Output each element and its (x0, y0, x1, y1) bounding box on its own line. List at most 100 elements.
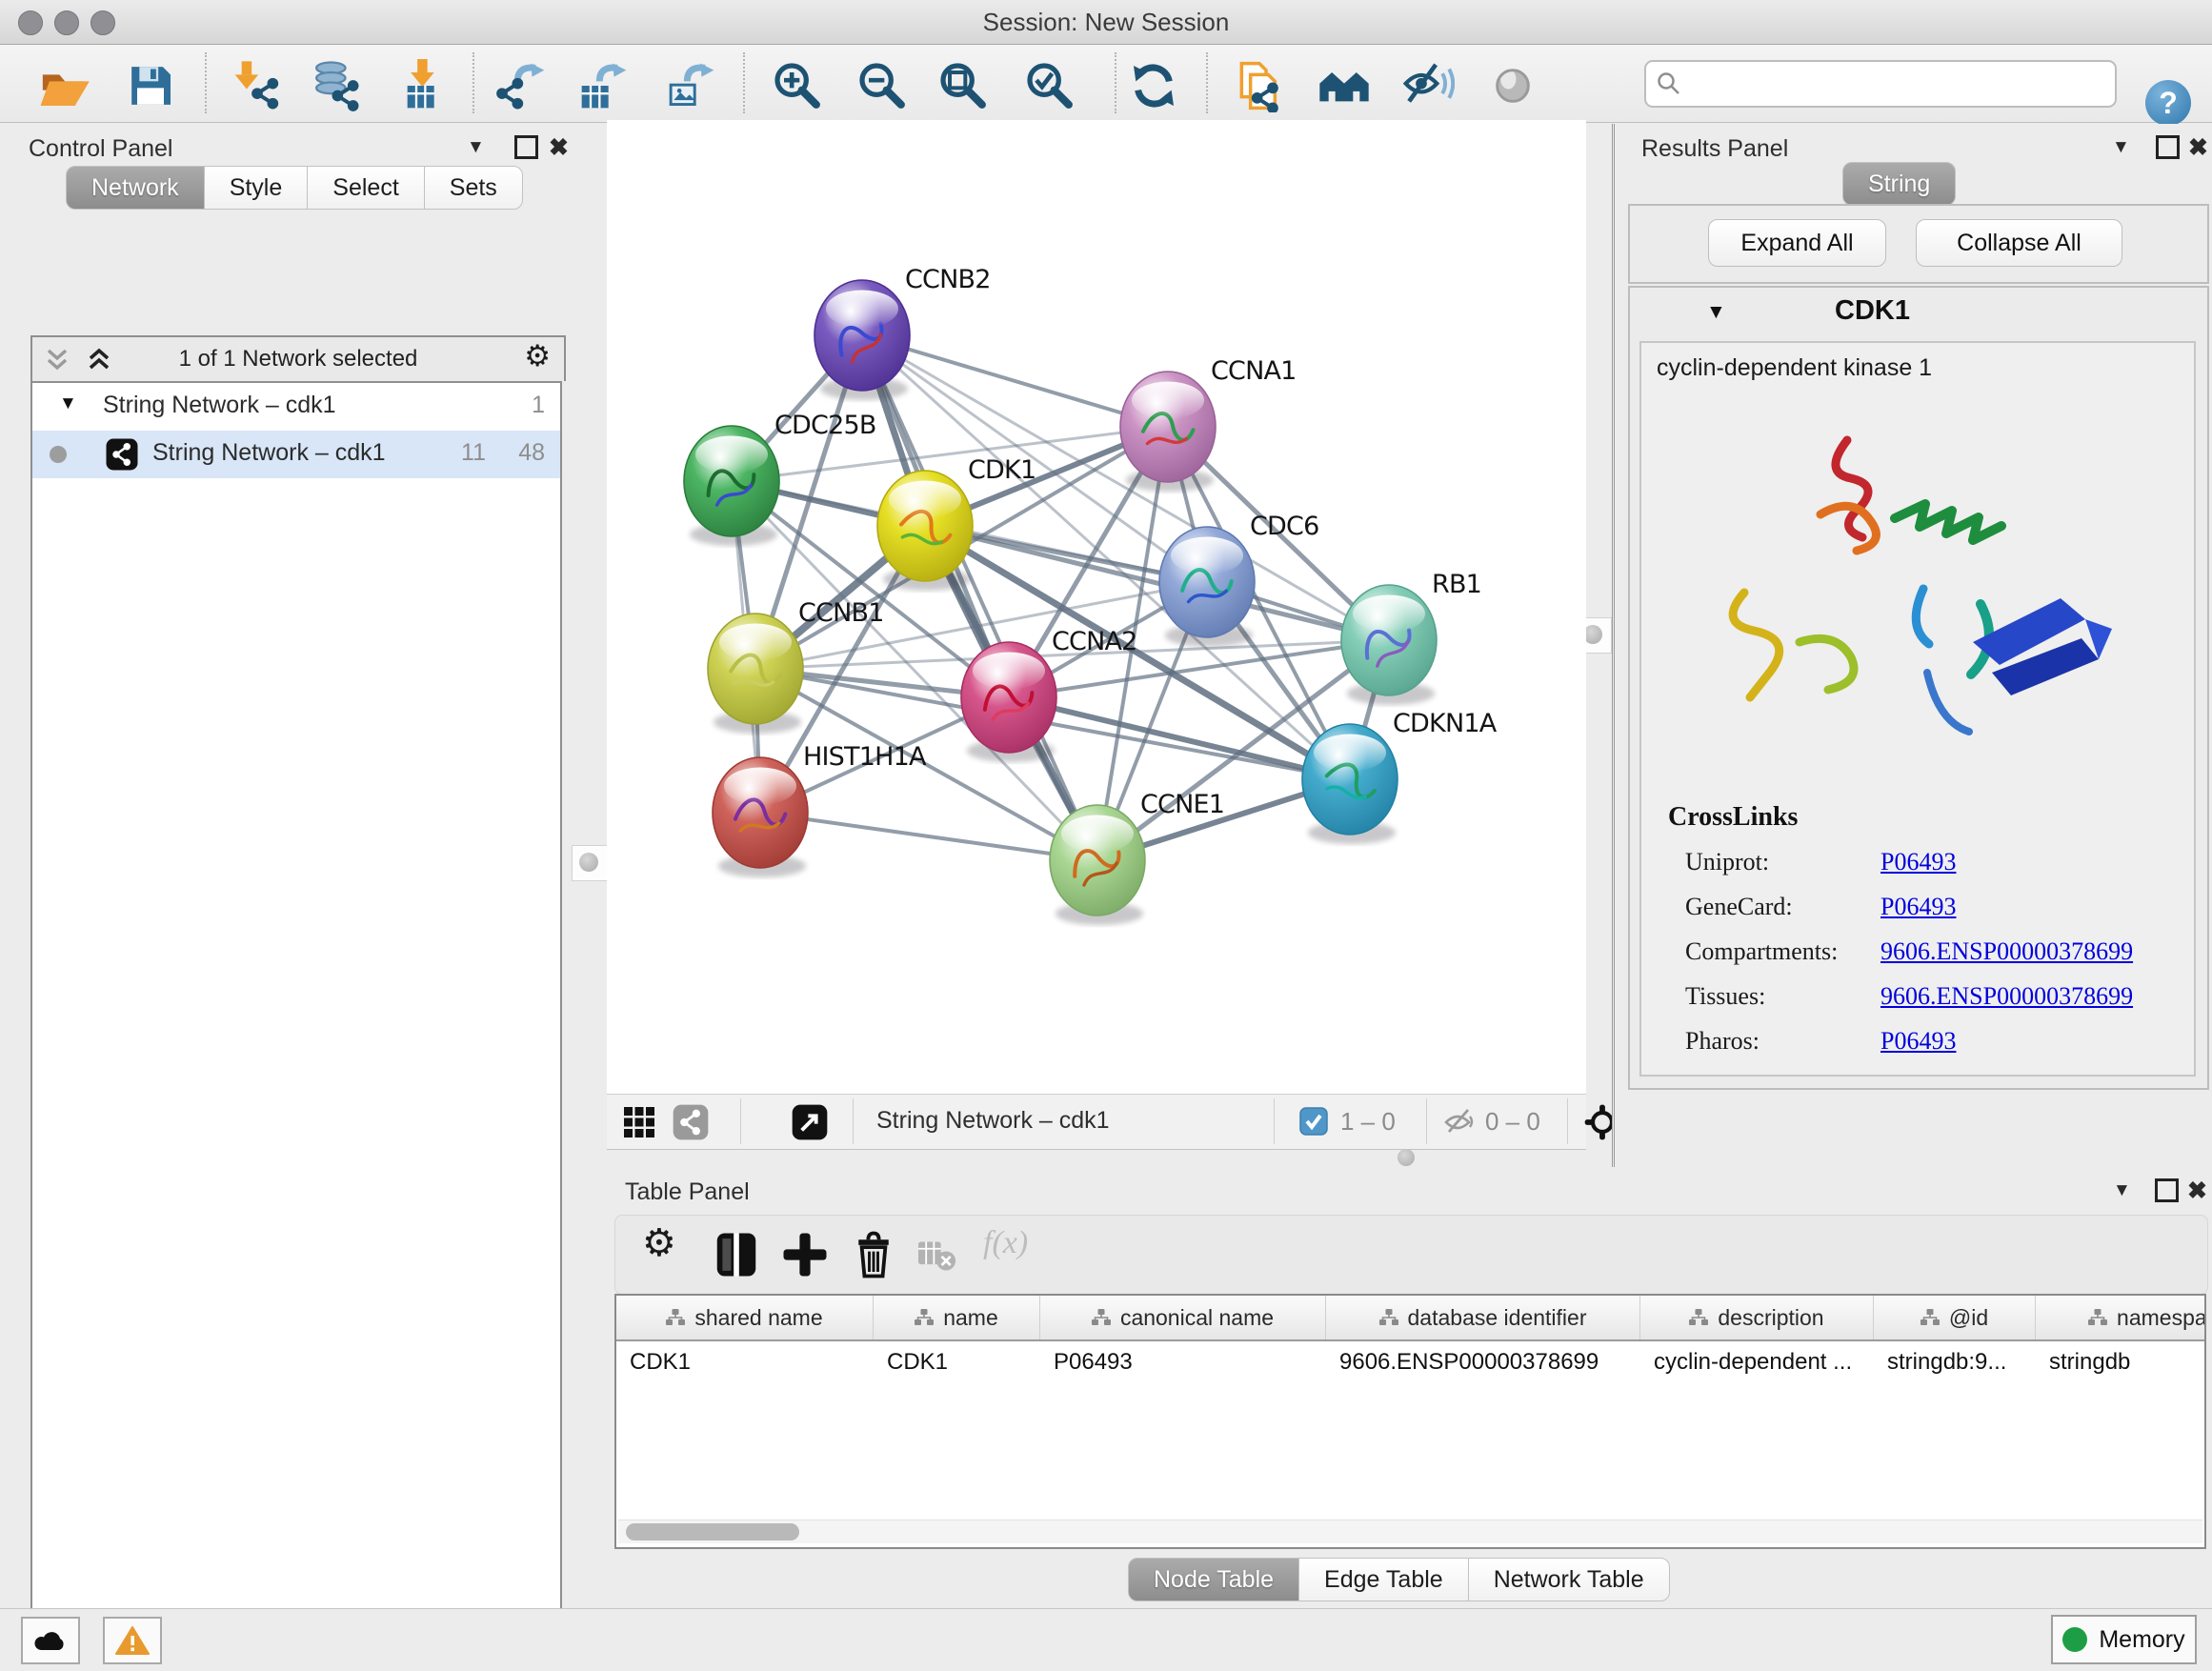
crosslink-link[interactable]: P06493 (1880, 1027, 1956, 1055)
column-header-namespace[interactable]: namespace (2036, 1296, 2206, 1339)
node-CCNA1[interactable]: CCNA1 (1120, 356, 1297, 492)
gene-expander-icon[interactable]: ▼ (1706, 301, 1726, 324)
title-bar: Session: New Session (0, 0, 2212, 45)
table-panel: Table Panel ▼ ✖ ⚙ (600, 1167, 2212, 1597)
network-canvas[interactable]: CCNB2CCNA1CDC25BCDK1CDC6RB1CCNB1CCNA2CDK… (607, 120, 1586, 1094)
tab-node-table[interactable]: Node Table (1128, 1558, 1299, 1601)
collection-expander-icon[interactable]: ▼ (59, 393, 77, 414)
table-row[interactable]: CDK1CDK1P064939606.ENSP00000378699cyclin… (616, 1341, 2204, 1385)
tab-sets[interactable]: Sets (424, 166, 523, 210)
cytoscape-window: Session: New Session ? Control Panel ▼ ✖… (0, 0, 2212, 1671)
network-node-count: 11 (461, 439, 486, 467)
control-panel-close-icon[interactable]: ✖ (549, 133, 569, 162)
node-CCNA2[interactable]: CCNA2 (961, 627, 1137, 762)
open-in-new-window-icon[interactable] (791, 1103, 829, 1141)
bottom-splitter-handle[interactable] (1393, 1149, 1419, 1164)
import-table-icon[interactable] (396, 59, 450, 112)
crosslink-link[interactable]: P06493 (1880, 848, 1956, 876)
crosslink-link[interactable]: 9606.ENSP00000378699 (1880, 982, 2133, 1010)
export-network-icon[interactable] (495, 59, 549, 112)
expand-all-button[interactable]: Expand All (1708, 219, 1886, 267)
node-CCNB2[interactable]: CCNB2 (814, 265, 991, 400)
column-header-database-identifier[interactable]: database identifier (1326, 1296, 1640, 1339)
crosslink-row: GeneCard:P06493 (1685, 893, 2181, 921)
table-hscrollbar-thumb[interactable] (626, 1523, 799, 1540)
tab-string[interactable]: String (1842, 162, 1956, 206)
crosslink-label: Pharos: (1685, 1027, 1880, 1056)
network-row[interactable]: String Network – cdk1 11 48 (32, 431, 560, 478)
add-column-icon[interactable] (779, 1229, 831, 1280)
table-header-row: shared namenamecanonical namedatabase id… (616, 1296, 2204, 1341)
column-header--id[interactable]: @id (1874, 1296, 2036, 1339)
node-label-CDKN1A: CDKN1A (1393, 709, 1498, 738)
selected-checkbox-icon[interactable] (1299, 1107, 1328, 1136)
open-session-icon[interactable] (37, 59, 90, 112)
zoom-fit-icon[interactable] (936, 59, 990, 112)
cloud-status-button[interactable] (21, 1617, 80, 1664)
houses-icon[interactable] (1317, 59, 1371, 112)
table-panel-close-icon[interactable]: ✖ (2187, 1177, 2207, 1205)
zoom-selected-icon[interactable] (1023, 59, 1076, 112)
node-table[interactable]: shared namenamecanonical namedatabase id… (614, 1294, 2206, 1549)
selected-count-badge: 1 – 0 (1340, 1107, 1396, 1137)
table-hscrollbar[interactable] (618, 1520, 2202, 1543)
network-label: String Network – cdk1 (152, 439, 386, 467)
search-input[interactable] (1692, 64, 2105, 102)
show-columns-icon[interactable] (711, 1229, 762, 1280)
export-image-icon[interactable] (665, 59, 718, 112)
network-badge-icon[interactable] (672, 1103, 710, 1141)
crosslink-link[interactable]: 9606.ENSP00000378699 (1880, 937, 2133, 965)
zoom-in-icon[interactable] (771, 59, 824, 112)
edge-HIST1H1A-CCNE1[interactable] (760, 813, 1097, 860)
results-panel-title: Results Panel (1641, 135, 1788, 163)
node-label-CCNB1: CCNB1 (798, 598, 884, 628)
node-HIST1H1A[interactable]: HIST1H1A (713, 742, 927, 877)
tab-style[interactable]: Style (204, 166, 309, 210)
network-edge-count: 48 (518, 439, 545, 467)
hide-panels-eye-icon[interactable] (1401, 59, 1455, 112)
hidden-count-badge: 0 – 0 (1485, 1107, 1540, 1137)
network-collection-row[interactable]: ▼ String Network – cdk1 1 (32, 383, 560, 431)
column-header-canonical-name[interactable]: canonical name (1040, 1296, 1326, 1339)
tab-edge-table[interactable]: Edge Table (1298, 1558, 1469, 1601)
tab-network-table[interactable]: Network Table (1468, 1558, 1670, 1601)
node-CDKN1A[interactable]: CDKN1A (1302, 709, 1498, 844)
warning-status-button[interactable] (103, 1617, 162, 1664)
column-header-name[interactable]: name (874, 1296, 1040, 1339)
gray-sphere-icon[interactable] (1486, 59, 1539, 112)
table-panel-float-icon[interactable] (2155, 1178, 2179, 1202)
results-panel-close-icon[interactable]: ✖ (2188, 133, 2208, 162)
node-CDC25B[interactable]: CDC25B (684, 411, 876, 546)
node-label-CCNA2: CCNA2 (1052, 627, 1137, 656)
column-header-description[interactable]: description (1640, 1296, 1874, 1339)
node-CCNE1[interactable]: CCNE1 (1050, 790, 1224, 925)
gene-section-header[interactable]: ▼ CDK1 (1630, 288, 2207, 339)
help-button[interactable]: ? (2145, 80, 2191, 126)
import-database-icon[interactable] (309, 59, 362, 112)
duplicate-network-icon[interactable] (1233, 59, 1286, 112)
crosslink-link[interactable]: P06493 (1880, 893, 1956, 920)
memory-button[interactable]: Memory (2051, 1615, 2197, 1664)
results-panel-menu-icon[interactable]: ▼ (2112, 137, 2130, 158)
control-panel-float-icon[interactable] (514, 135, 538, 159)
table-settings-gear-icon[interactable]: ⚙ (642, 1221, 694, 1273)
left-splitter-handle[interactable] (572, 845, 608, 881)
network-options-gear-icon[interactable]: ⚙ (524, 339, 551, 373)
zoom-out-icon[interactable] (855, 59, 909, 112)
table-panel-menu-icon[interactable]: ▼ (2113, 1180, 2131, 1201)
column-header-shared-name[interactable]: shared name (616, 1296, 874, 1339)
export-table-icon[interactable] (577, 59, 631, 112)
grid-view-icon[interactable] (622, 1105, 656, 1139)
node-CCNB1[interactable]: CCNB1 (708, 598, 884, 734)
results-panel-float-icon[interactable] (2156, 135, 2180, 159)
delete-column-trash-icon[interactable] (848, 1229, 899, 1280)
tab-network[interactable]: Network (66, 166, 205, 210)
refresh-layout-icon[interactable] (1127, 59, 1180, 112)
save-session-icon[interactable] (124, 59, 177, 112)
import-network-icon[interactable] (231, 59, 284, 112)
edge-CCNB2-CCNE1[interactable] (862, 335, 1097, 860)
collapse-all-button[interactable]: Collapse All (1916, 219, 2122, 267)
node-RB1[interactable]: RB1 (1341, 570, 1481, 705)
control-panel-menu-icon[interactable]: ▼ (467, 137, 485, 158)
tab-select[interactable]: Select (307, 166, 424, 210)
